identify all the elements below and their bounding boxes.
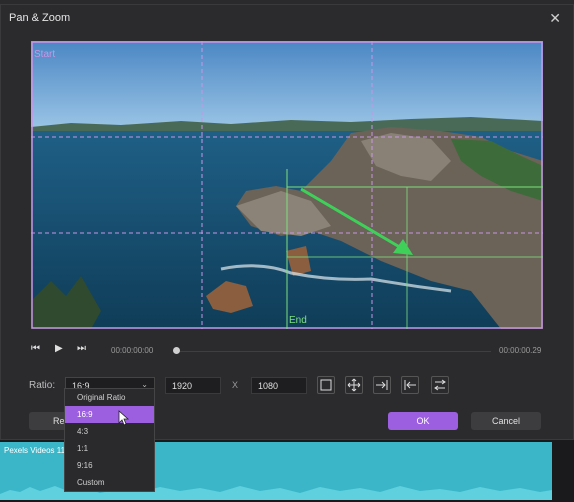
align-left-icon[interactable] (401, 376, 419, 394)
scrub-handle[interactable] (173, 347, 180, 354)
ratio-option-16-9[interactable]: 16:9 (65, 406, 154, 423)
start-frame-label: Start (34, 49, 56, 60)
ratio-option-custom[interactable]: Custom (65, 474, 154, 491)
height-field[interactable]: 1080 (251, 377, 307, 394)
ratio-option-1-1[interactable]: 1:1 (65, 440, 154, 457)
current-time: 00:00:00:00 (111, 346, 154, 355)
reset-button[interactable]: Re (29, 412, 69, 430)
mouse-pointer-icon (118, 410, 130, 426)
ratio-dropdown-menu: Original Ratio 16:9 4:3 1:1 9:16 Custom (64, 388, 155, 492)
end-frame-label: End (289, 315, 307, 326)
pan-zoom-dialog: Pan & Zoom ✕ Start End ⏮ ▶ ⏭ 00:00:00:00… (0, 4, 574, 440)
ok-button[interactable]: OK (388, 412, 458, 430)
align-right-icon[interactable] (373, 376, 391, 394)
ratio-option-original[interactable]: Original Ratio (65, 389, 154, 406)
width-field[interactable]: 1920 (165, 377, 221, 394)
ratio-option-4-3[interactable]: 4:3 (65, 423, 154, 440)
center-icon[interactable] (345, 376, 363, 394)
dialog-titlebar: Pan & Zoom ✕ (1, 5, 573, 33)
end-time: 00:00:00.29 (499, 346, 542, 355)
play-icon[interactable]: ▶ (55, 343, 63, 354)
transport-controls: ⏮ ▶ ⏭ 00:00:00:00 00:00:00.29 (1, 343, 573, 359)
video-preview[interactable]: Start End (31, 41, 543, 329)
fit-frame-icon[interactable] (317, 376, 335, 394)
dialog-title: Pan & Zoom (9, 12, 71, 24)
preview-image (31, 41, 543, 329)
ratio-option-9-16[interactable]: 9:16 (65, 457, 154, 474)
dimension-separator: X (232, 380, 239, 390)
skip-forward-icon[interactable]: ⏭ (77, 343, 86, 354)
skip-back-icon[interactable]: ⏮ (31, 343, 40, 354)
swap-icon[interactable] (431, 376, 449, 394)
scrub-track[interactable] (177, 351, 491, 352)
close-icon[interactable]: ✕ (549, 10, 561, 27)
cancel-button[interactable]: Cancel (471, 412, 541, 430)
ratio-label: Ratio: (29, 380, 56, 391)
